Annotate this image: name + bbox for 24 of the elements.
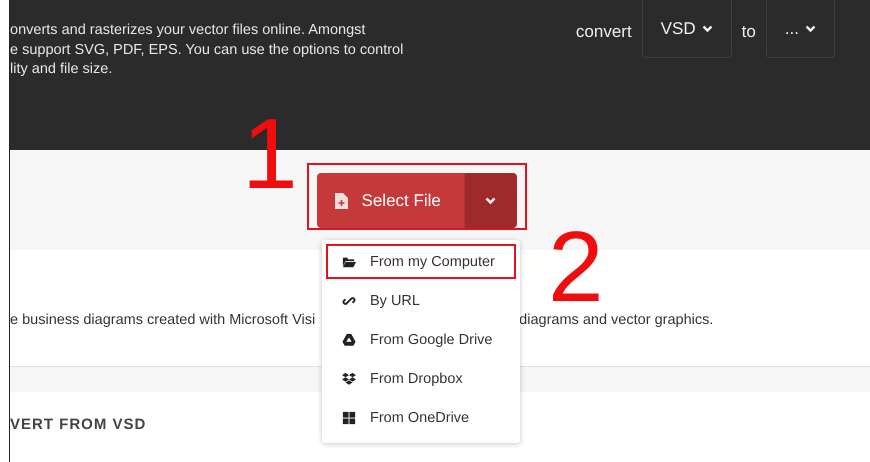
chevron-down-icon [805, 24, 816, 32]
chevron-down-icon [702, 24, 713, 32]
description-text: e business diagrams created with Microsoft Visi [10, 312, 316, 328]
to-label: to [742, 21, 756, 42]
dropbox-icon [342, 372, 356, 386]
chevron-down-icon [485, 196, 496, 204]
menu-item[interactable]: From OneDrive [326, 400, 516, 435]
folder-icon [342, 254, 356, 268]
dropdown-toggle-button[interactable] [464, 173, 516, 228]
windows-icon [342, 410, 356, 424]
triangle-logo-icon [342, 332, 356, 346]
file-add-icon [334, 192, 348, 208]
intro-paragraph: onverts and rasterizes your vector files online. Amongst e support SVG, PDF, EPS. You can use the options to control lity and file size. [10, 21, 404, 79]
convert-label: convert [576, 21, 632, 42]
menu-item[interactable]: From my Computer [326, 244, 516, 279]
menu-item[interactable]: From Google Drive [326, 322, 516, 357]
menu-item[interactable]: From Dropbox [326, 361, 516, 396]
description-text: diagrams and vector graphics. [519, 312, 714, 328]
from-format-dropdown[interactable]: VSD [642, 0, 732, 58]
select-file-button[interactable]: Select File [316, 173, 464, 228]
to-format-dropdown[interactable]: ... [766, 0, 835, 58]
section-heading: VERT FROM VSD [10, 416, 146, 433]
menu-item[interactable]: By URL [326, 283, 516, 318]
step-number: 2 [548, 226, 604, 308]
